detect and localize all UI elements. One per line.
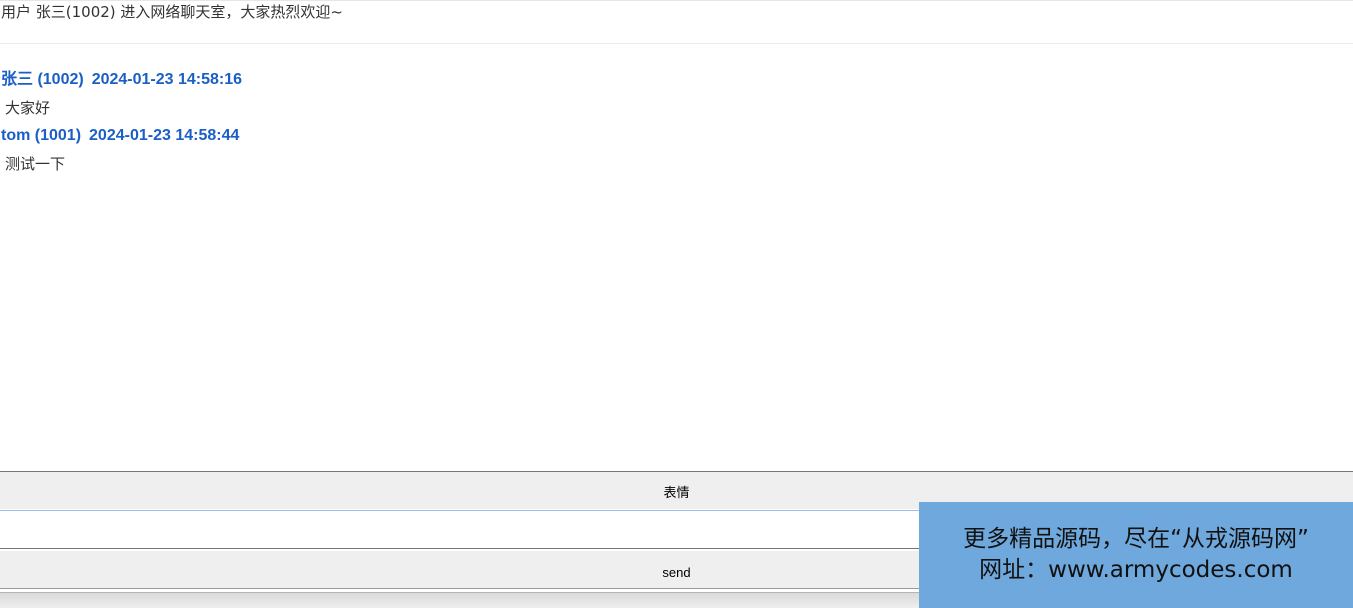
message-text: 大家好 <box>5 99 51 117</box>
message-text: 测试一下 <box>5 155 66 173</box>
message-time: 2024-01-23 14:58:16 <box>91 71 243 88</box>
message-header: 张三 (1002) 2024-01-23 14:58:16 <box>0 68 1353 92</box>
top-divider <box>0 0 1353 1</box>
message-list: 张三 (1002) 2024-01-23 14:58:16 大家好 tom (10… <box>0 68 1353 180</box>
watermark-line-2: 网址：www.armycodes.com <box>979 557 1293 583</box>
message-item: 张三 (1002) 2024-01-23 14:58:16 大家好 <box>0 68 1353 124</box>
message-sender: tom (1001) <box>1 127 82 144</box>
watermark-line-1: 更多精品源码，尽在“从戎源码网” <box>963 526 1309 552</box>
system-notice: 用户 张三(1002) 进入网络聊天室，大家热烈欢迎~ <box>1 3 343 21</box>
watermark-banner: 更多精品源码，尽在“从戎源码网” 网址：www.armycodes.com <box>919 502 1353 608</box>
message-sender: 张三 (1002) <box>1 71 84 88</box>
notice-divider <box>0 43 1353 44</box>
message-item: tom (1001) 2024-01-23 14:58:44 测试一下 <box>0 124 1353 180</box>
chat-room-page: 用户 张三(1002) 进入网络聊天室，大家热烈欢迎~ 张三 (1002) 202… <box>0 0 1353 608</box>
message-header: tom (1001) 2024-01-23 14:58:44 <box>0 124 1353 148</box>
message-time: 2024-01-23 14:58:44 <box>89 127 240 144</box>
